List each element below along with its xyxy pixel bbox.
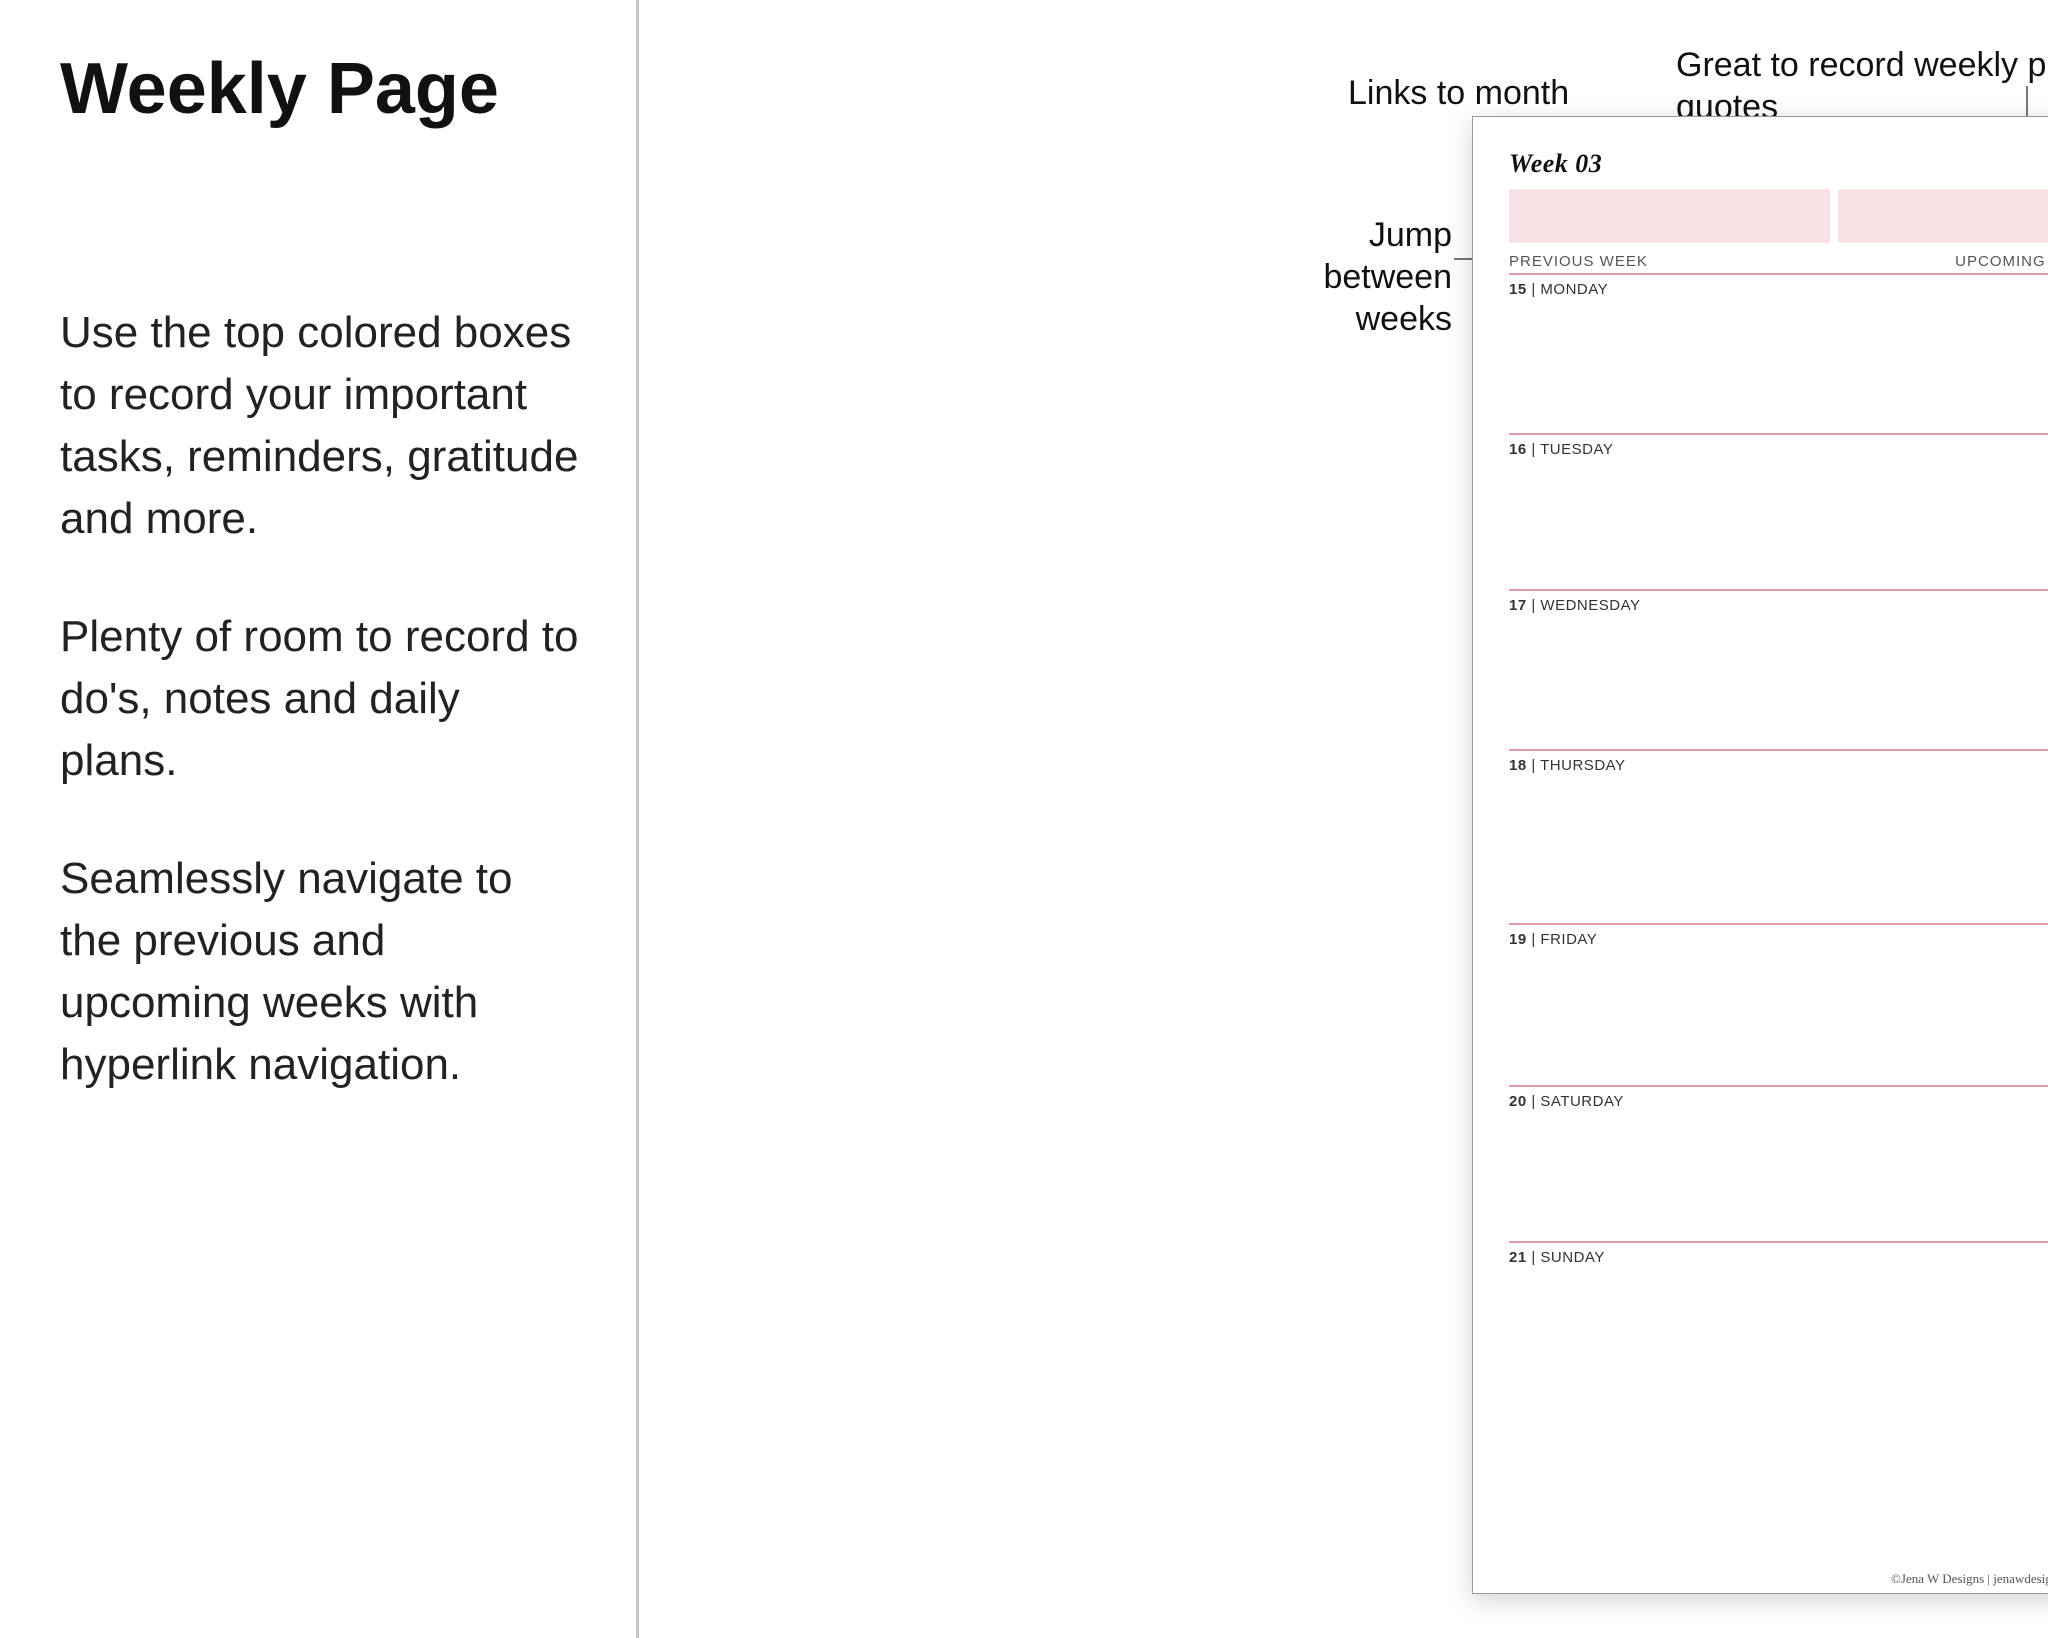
planner-body: Week 03 JAN 15 - JAN 21 PREVIOUS WEEK UP… bbox=[1473, 117, 2048, 1593]
day-block-sunday[interactable]: 21 | SUNDAY bbox=[1509, 1243, 2048, 1391]
previous-week-link[interactable]: PREVIOUS WEEK bbox=[1509, 253, 1648, 270]
day-block-monday[interactable]: 15 | MONDAY bbox=[1509, 275, 2048, 435]
callout-jump-line-2: between bbox=[1323, 258, 1452, 296]
days-column: PREVIOUS WEEK UPCOMING WEEK 15 | MONDAY 1… bbox=[1509, 251, 2048, 1499]
priority-boxes-row bbox=[1509, 189, 2048, 243]
day-label: 17 | WEDNESDAY bbox=[1509, 597, 2048, 614]
description-block: Use the top colored boxes to record your… bbox=[60, 302, 580, 1096]
callout-jump-line-1: Jump bbox=[1369, 216, 1452, 254]
day-block-wednesday[interactable]: 17 | WEDNESDAY bbox=[1509, 591, 2048, 751]
day-block-tuesday[interactable]: 16 | TUESDAY bbox=[1509, 435, 2048, 591]
day-label: 21 | SUNDAY bbox=[1509, 1249, 2048, 1266]
day-block-thursday[interactable]: 18 | THURSDAY bbox=[1509, 751, 2048, 925]
desc-para-2: Plenty of room to record to do's, notes … bbox=[60, 606, 580, 792]
left-description-column: Weekly Page Use the top colored boxes to… bbox=[0, 0, 636, 1638]
priority-box-1[interactable] bbox=[1509, 189, 1830, 243]
upcoming-week-link[interactable]: UPCOMING WEEK bbox=[1955, 253, 2048, 270]
day-block-friday[interactable]: 19 | FRIDAY bbox=[1509, 925, 2048, 1087]
callout-jump-weeks: Jump between weeks bbox=[1292, 214, 1452, 340]
day-label: 19 | FRIDAY bbox=[1509, 931, 2048, 948]
planner-page: Week 03 JAN 15 - JAN 21 PREVIOUS WEEK UP… bbox=[1472, 116, 2048, 1594]
callout-jump-line-3: weeks bbox=[1356, 300, 1452, 338]
day-block-saturday[interactable]: 20 | SATURDAY bbox=[1509, 1087, 2048, 1243]
day-label: 16 | TUESDAY bbox=[1509, 441, 2048, 458]
callout-links-to-month: Links to month bbox=[1348, 72, 1628, 114]
planner-header: Week 03 JAN 15 - JAN 21 bbox=[1509, 145, 2048, 179]
week-nav-row: PREVIOUS WEEK UPCOMING WEEK bbox=[1509, 251, 2048, 275]
day-label: 18 | THURSDAY bbox=[1509, 757, 2048, 774]
day-label: 15 | MONDAY bbox=[1509, 281, 2048, 298]
planner-content-row: PREVIOUS WEEK UPCOMING WEEK 15 | MONDAY 1… bbox=[1509, 251, 2048, 1499]
desc-para-1: Use the top colored boxes to record your… bbox=[60, 302, 580, 550]
right-preview-column: Great to record weekly priorities, grati… bbox=[636, 0, 2048, 1638]
priority-box-2[interactable] bbox=[1838, 189, 2048, 243]
day-label: 20 | SATURDAY bbox=[1509, 1093, 2048, 1110]
week-label-link[interactable]: Week 03 bbox=[1509, 149, 1602, 179]
page-title: Weekly Page bbox=[60, 48, 580, 130]
desc-para-3: Seamlessly navigate to the previous and … bbox=[60, 848, 580, 1096]
planner-footer-credit: ©Jena W Designs | jenawdesigns.com bbox=[1473, 1571, 2048, 1587]
